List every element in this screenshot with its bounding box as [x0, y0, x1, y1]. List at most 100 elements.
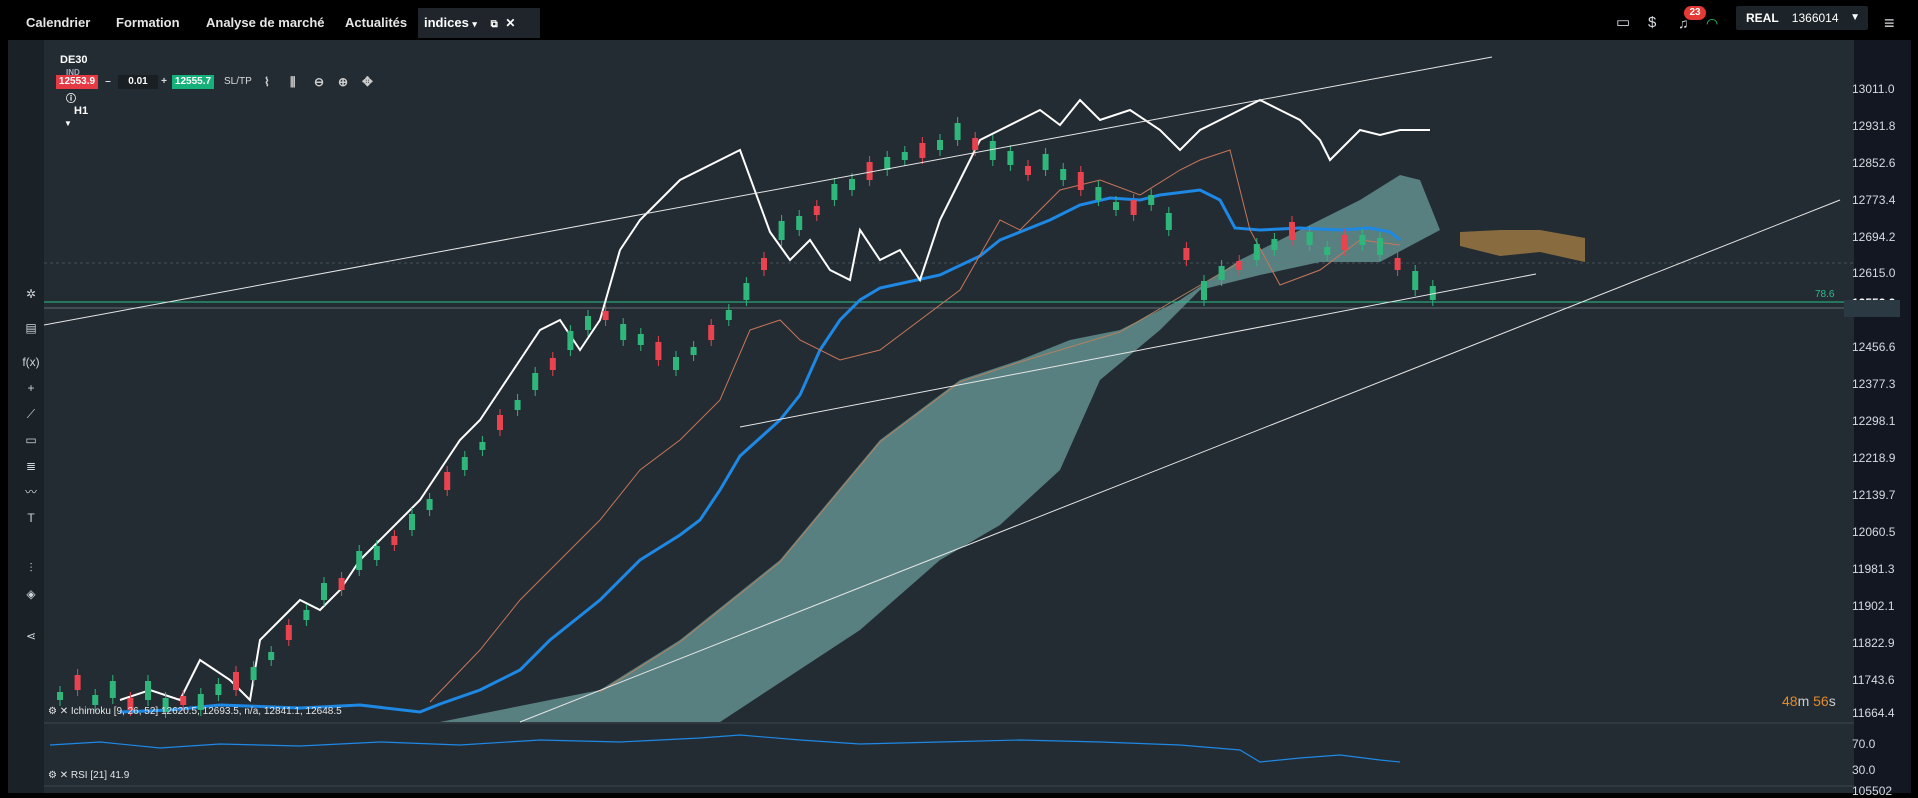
candle-body [373, 546, 380, 560]
candle-body [1201, 281, 1207, 300]
candle-body [620, 324, 627, 340]
candle-body [849, 179, 855, 190]
candle-countdown: 48m 56s [1782, 693, 1836, 709]
price-axis-label: 11822.9 [1852, 636, 1895, 650]
candle-body [1130, 200, 1137, 215]
candle-body [74, 675, 81, 690]
price-axis-label: 12456.6 [1852, 340, 1896, 354]
price-axis-label: 12218.9 [1852, 451, 1896, 465]
price-axis-label: 12931.8 [1852, 119, 1896, 133]
candle-body [1113, 202, 1119, 210]
rsi-label: RSI [21] 41.9 [70, 770, 130, 781]
ichimoku-label: Ichimoku [9, 26, 52] 12620.5, 12693.5, n… [70, 706, 342, 717]
price-axis-label: 11981.3 [1852, 562, 1895, 576]
candle-body [1253, 244, 1260, 260]
cloud-bull-area [440, 175, 1440, 722]
candle-body [866, 162, 873, 180]
candle-body [409, 514, 415, 530]
price-axis-label: 11902.1 [1852, 599, 1895, 613]
channel-lower-line [739, 273, 1537, 428]
candle-body [461, 457, 468, 470]
price-axis-label: 12377.3 [1852, 377, 1896, 391]
countdown-m: m [1797, 693, 1810, 709]
candle-body [743, 283, 750, 300]
rsi-level-70: 70.0 [1852, 737, 1876, 751]
candle-body [356, 551, 363, 570]
rsi-line [49, 734, 1401, 763]
candle-body [989, 141, 996, 160]
candle-body [549, 358, 556, 370]
candle-body [532, 373, 539, 390]
candle-body [426, 499, 433, 510]
candle-body [1025, 166, 1031, 175]
candle-body [1341, 235, 1348, 250]
candle-body [637, 334, 644, 345]
candle-body [497, 415, 503, 430]
candle-body [1077, 172, 1084, 190]
bottom-axis-value: 105502 [1852, 784, 1893, 798]
ichimoku-legend[interactable]: ⚙ ✕ Ichimoku [9, 26, 52] 12620.5, 12693.… [48, 706, 342, 717]
candle-body [1306, 232, 1313, 245]
countdown-seconds: 56 [1813, 693, 1829, 709]
candle-body [901, 152, 908, 160]
candle-body [303, 610, 310, 620]
candle-body [285, 625, 292, 640]
candle-body [338, 578, 345, 590]
candle-body [321, 583, 327, 600]
candle-body [725, 310, 732, 320]
candle-body [778, 221, 785, 240]
candle-body [1183, 248, 1190, 260]
candle-body [1412, 271, 1419, 290]
settings-icon[interactable]: ⚙ ✕ [48, 770, 68, 781]
price-axis-label: 12694.2 [1852, 230, 1896, 244]
candle-body [813, 206, 820, 215]
candle-body [1394, 258, 1401, 270]
rsi-legend[interactable]: ⚙ ✕ RSI [21] 41.9 [48, 770, 129, 781]
candle-body [1324, 247, 1331, 255]
candle-body [180, 696, 187, 705]
candle-body [761, 258, 767, 270]
candle-body [690, 347, 697, 355]
candle-body [831, 184, 838, 200]
candle-body [1218, 266, 1225, 280]
price-axis-label: 12298.1 [1852, 414, 1896, 428]
fib-level-label: 78.6 [1815, 289, 1835, 300]
price-axis-label: 12139.7 [1852, 488, 1896, 502]
candle-body [972, 138, 979, 150]
candle-body [602, 311, 609, 320]
last-price-tag [1844, 300, 1900, 317]
candle-body [1236, 261, 1243, 270]
candle-body [708, 325, 715, 340]
candle-body [1165, 213, 1172, 230]
candle-body [655, 342, 662, 360]
settings-icon[interactable]: ⚙ ✕ [48, 706, 68, 717]
candle-body [585, 316, 591, 330]
support-trendline [519, 199, 1841, 723]
price-axis-label: 11664.4 [1852, 706, 1895, 720]
price-axis-label: 12615.0 [1852, 266, 1896, 280]
candle-body [145, 681, 151, 700]
candle-body [1148, 195, 1155, 205]
candle-body [1095, 187, 1102, 200]
candle-body [937, 140, 943, 150]
candle-body [391, 536, 398, 545]
candle-body [250, 667, 257, 680]
price-axis-label: 11743.6 [1852, 673, 1895, 687]
candle-body [1042, 154, 1049, 170]
countdown-s: s [1828, 693, 1836, 709]
candle-body [919, 143, 926, 158]
candle-body [1060, 169, 1067, 180]
price-axis-label: 12060.5 [1852, 525, 1896, 539]
candle-body [1007, 151, 1014, 165]
candle-body [673, 357, 679, 370]
candle-body [479, 442, 486, 450]
candle-body [514, 400, 521, 410]
countdown-minutes: 48 [1782, 693, 1798, 709]
candle-body [954, 123, 961, 140]
candle-body [215, 684, 222, 695]
channel-upper-line [43, 56, 1493, 326]
candle-body [1359, 235, 1366, 245]
price-axis-label: 13011.0 [1852, 82, 1895, 96]
price-chart[interactable] [0, 0, 1918, 793]
candle-body [796, 216, 803, 230]
